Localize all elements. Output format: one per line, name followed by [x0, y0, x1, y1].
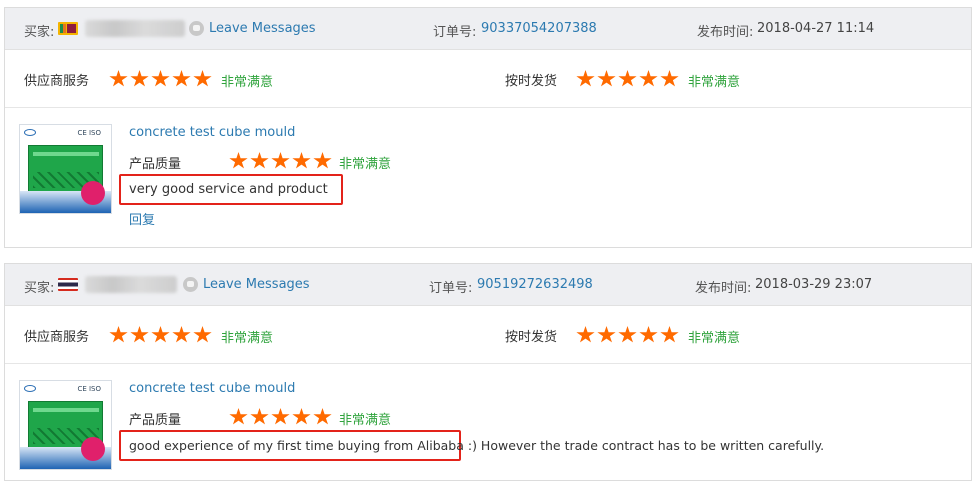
- star-icon: [229, 408, 248, 425]
- review-header: 买家: Leave Messages 订单号: 90337054207388 发…: [5, 8, 971, 50]
- star-icon: [639, 326, 658, 343]
- buyer-label: 买家:: [24, 25, 55, 40]
- product-quality-rating-text: 非常满意: [339, 413, 392, 428]
- star-icon: [151, 70, 170, 87]
- supplier-service-rating-text: 非常满意: [221, 331, 274, 346]
- reply-link[interactable]: 回复: [129, 209, 155, 228]
- published-time: 2018-03-29 23:07: [755, 277, 873, 292]
- on-time-delivery-rating-text: 非常满意: [688, 331, 741, 346]
- star-icon: [250, 152, 269, 169]
- on-time-delivery-rating-text: 非常满意: [688, 75, 741, 90]
- star-icon: [660, 326, 679, 343]
- star-icon: [618, 326, 637, 343]
- star-icon: [597, 326, 616, 343]
- star-icon: [250, 408, 269, 425]
- product-name-link[interactable]: concrete test cube mould: [129, 125, 295, 140]
- star-icon: [109, 70, 128, 87]
- sri-lanka-flag-icon: [58, 22, 78, 35]
- review-header: 买家: Leave Messages 订单号: 90519272632498 发…: [5, 264, 971, 306]
- product-review: CE ISO concrete test cube mould 产品质量 非常满…: [5, 108, 971, 228]
- product-name-link[interactable]: concrete test cube mould: [129, 381, 295, 396]
- order-number-link[interactable]: 90337054207388: [481, 21, 597, 36]
- product-quality-stars: [229, 152, 332, 170]
- published-label: 发布时间:: [697, 25, 754, 40]
- review-card: 买家: Leave Messages 订单号: 90337054207388 发…: [4, 7, 972, 248]
- on-time-delivery-stars: [576, 326, 679, 344]
- star-icon: [193, 326, 212, 343]
- review-comment: good experience of my first time buying …: [129, 438, 477, 453]
- star-icon: [313, 408, 332, 425]
- leave-messages-link[interactable]: Leave Messages: [203, 277, 310, 292]
- product-quality-stars: [229, 408, 332, 426]
- product-quality-rating-text: 非常满意: [339, 157, 392, 172]
- star-icon: [271, 152, 290, 169]
- star-icon: [576, 70, 595, 87]
- review-comment: very good service and product: [129, 182, 328, 197]
- seller-rating-row: 供应商服务 非常满意 按时发货 非常满意: [5, 306, 971, 364]
- buyer-name-blurred: [85, 276, 177, 293]
- product-quality-label: 产品质量: [129, 413, 182, 428]
- star-icon: [292, 408, 311, 425]
- product-quality-label: 产品质量: [129, 157, 182, 172]
- buyer-label: 买家:: [24, 281, 55, 296]
- star-icon: [172, 70, 191, 87]
- seller-rating-row: 供应商服务 非常满意 按时发货 非常满意: [5, 50, 971, 108]
- star-icon: [597, 70, 616, 87]
- star-icon: [576, 326, 595, 343]
- supplier-service-label: 供应商服务: [24, 74, 90, 89]
- star-icon: [172, 326, 191, 343]
- buyer-name-blurred: [85, 20, 185, 37]
- published-time: 2018-04-27 11:14: [757, 21, 875, 36]
- on-time-delivery-stars: [576, 70, 679, 88]
- product-review: CE ISO concrete test cube mould 产品质量 非常满…: [5, 364, 971, 479]
- order-no-label: 订单号:: [433, 25, 477, 40]
- leave-messages-link[interactable]: Leave Messages: [209, 21, 316, 36]
- star-icon: [130, 326, 149, 343]
- star-icon: [639, 70, 658, 87]
- product-thumbnail[interactable]: CE ISO: [19, 124, 112, 214]
- thailand-flag-icon: [58, 278, 78, 291]
- review-card: 买家: Leave Messages 订单号: 90519272632498 发…: [4, 263, 972, 481]
- star-icon: [271, 408, 290, 425]
- star-icon: [660, 70, 679, 87]
- star-icon: [229, 152, 248, 169]
- supplier-service-label: 供应商服务: [24, 330, 90, 345]
- supplier-service-stars: [109, 326, 212, 344]
- star-icon: [313, 152, 332, 169]
- star-icon: [130, 70, 149, 87]
- product-thumbnail[interactable]: CE ISO: [19, 380, 112, 470]
- star-icon: [193, 70, 212, 87]
- message-icon[interactable]: [189, 21, 204, 36]
- on-time-delivery-label: 按时发货: [505, 330, 558, 345]
- message-icon[interactable]: [183, 277, 198, 292]
- star-icon: [151, 326, 170, 343]
- review-comment-extra: However the trade contract has to be wri…: [476, 438, 825, 453]
- supplier-service-rating-text: 非常满意: [221, 75, 274, 90]
- review-comment-line: good experience of my first time buying …: [129, 438, 824, 453]
- supplier-service-stars: [109, 70, 212, 88]
- star-icon: [109, 326, 128, 343]
- order-number-link[interactable]: 90519272632498: [477, 277, 593, 292]
- star-icon: [292, 152, 311, 169]
- on-time-delivery-label: 按时发货: [505, 74, 558, 89]
- star-icon: [618, 70, 637, 87]
- published-label: 发布时间:: [695, 281, 752, 296]
- order-no-label: 订单号:: [429, 281, 473, 296]
